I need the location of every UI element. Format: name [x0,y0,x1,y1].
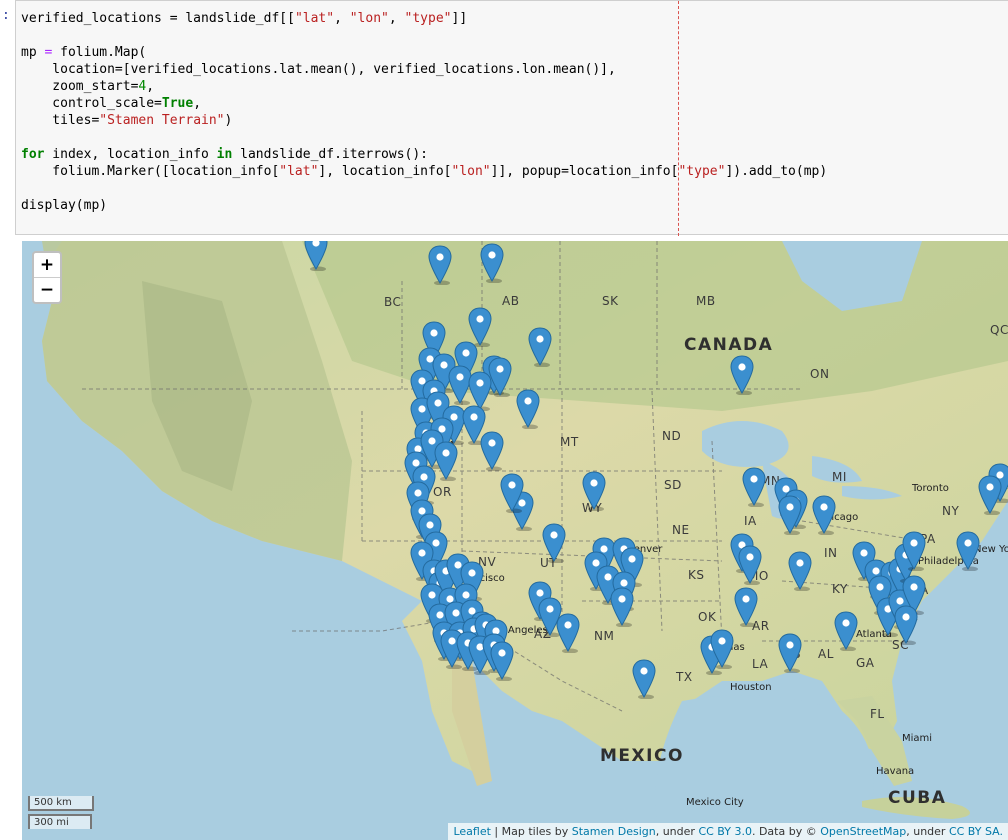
attribution-text: , under [906,825,949,838]
region-label: MB [696,294,716,308]
region-label: QC [990,323,1008,337]
map-marker-icon[interactable] [480,431,504,472]
code-line: control_scale=True, [21,96,202,111]
region-label: KS [688,568,705,582]
code-line: tiles="Stamen Terrain") [21,113,233,128]
region-label: ON [810,367,830,381]
code-line: verified_locations = landslide_df[["lat"… [21,11,468,26]
code-editor[interactable]: verified_locations = landslide_df[["lat"… [21,10,827,214]
attribution-text: , under [655,825,699,838]
map-marker-icon[interactable] [902,531,926,572]
map-marker-icon[interactable] [894,605,918,646]
ccbysa-link[interactable]: CC BY SA. [949,825,1003,838]
country-label: CANADA [684,335,774,355]
country-label: CUBA [888,788,947,808]
attribution-text: | Map tiles by [490,825,572,838]
region-label: AB [502,294,520,308]
map-marker-icon[interactable] [956,531,980,572]
map-marker-icon[interactable] [556,613,580,654]
map-marker-icon[interactable] [710,629,734,670]
region-label: IA [744,514,757,528]
region-label: MI [832,470,847,484]
map-marker-icon[interactable] [730,355,754,396]
map-marker-icon[interactable] [778,495,802,536]
map-marker-icon[interactable] [500,473,524,514]
map-marker-icon[interactable] [542,523,566,564]
region-label: NY [942,504,960,518]
attribution-text: . Data by © [751,825,821,838]
region-label: NE [672,523,690,537]
scale-bar-mi: 300 mi [28,814,92,829]
scale-bar-km: 500 km [28,796,94,811]
zoom-control: + − [32,251,62,304]
code-cell[interactable]: verified_locations = landslide_df[["lat"… [15,0,1008,236]
region-label: TX [676,670,693,684]
map-marker-icon[interactable] [734,587,758,628]
region-label: IN [824,546,838,560]
ccby-link[interactable]: CC BY 3.0 [698,825,752,838]
region-label: AL [818,647,834,661]
folium-map[interactable]: CANADAMEXICOCUBABCABSKMBONQCWAORMTNDSDWY… [22,241,1008,840]
region-label: OK [698,610,717,624]
region-label: BC [384,295,402,309]
map-attribution: Leaflet | Map tiles by Stamen Design, un… [448,823,1008,840]
code-line: display(mp) [21,198,108,213]
map-marker-icon[interactable] [304,241,328,272]
code-line: zoom_start=4, [21,79,155,94]
map-marker-icon[interactable] [428,245,452,286]
map-marker-icon[interactable] [610,587,634,628]
city-label: Miami [902,733,933,744]
code-line: location=[verified_locations.lat.mean(),… [21,62,616,77]
city-label: Toronto [912,483,949,494]
region-label: GA [856,656,875,670]
map-marker-icon[interactable] [742,467,766,508]
map-marker-icon[interactable] [488,357,512,398]
zoom-in-button[interactable]: + [34,253,60,277]
map-marker-icon[interactable] [528,327,552,368]
map-marker-icon[interactable] [788,551,812,592]
code-line: for index, location_info in landslide_df… [21,147,428,162]
cell-prompt: : [2,8,10,23]
map-marker-icon[interactable] [738,545,762,586]
map-marker-icon[interactable] [490,641,514,682]
map-marker-icon[interactable] [778,633,802,674]
region-label: SD [664,478,682,492]
map-marker-icon[interactable] [812,495,836,536]
code-line: mp = folium.Map( [21,45,147,60]
map-marker-icon[interactable] [516,389,540,430]
region-label: MT [560,435,579,449]
osm-link[interactable]: OpenStreetMap [820,825,906,838]
country-label: MEXICO [600,746,684,766]
region-label: KY [832,582,848,596]
region-label: FL [870,707,885,721]
zoom-out-button[interactable]: − [34,277,60,302]
city-label: Havana [876,766,915,777]
region-label: SK [602,294,619,308]
code-line: folium.Marker([location_info["lat"], loc… [21,164,828,179]
map-marker-icon[interactable] [582,471,606,512]
stamen-link[interactable]: Stamen Design [572,825,656,838]
map-marker-icon[interactable] [834,611,858,652]
city-label: Mexico City [686,797,744,808]
map-marker-icon[interactable] [480,243,504,284]
city-label: Houston [730,682,772,693]
region-label: LA [752,657,769,671]
region-label: NM [594,629,615,643]
region-label: ND [662,429,682,443]
map-marker-icon[interactable] [978,475,1002,516]
leaflet-link[interactable]: Leaflet [453,825,490,838]
map-marker-icon[interactable] [632,659,656,700]
map-marker-icon[interactable] [434,441,458,482]
